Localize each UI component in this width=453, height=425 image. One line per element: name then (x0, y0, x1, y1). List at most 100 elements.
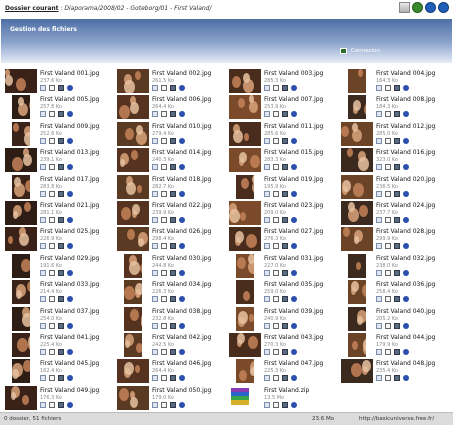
info-icon[interactable] (179, 190, 185, 197)
photo-thumbnail[interactable] (236, 306, 254, 331)
download-icon[interactable] (58, 190, 64, 197)
edit-icon[interactable] (273, 269, 279, 276)
photo-thumbnail[interactable] (117, 201, 149, 225)
file-item[interactable]: First Valand 016.jpg 323.0 Ko (339, 147, 451, 174)
download-icon[interactable] (170, 401, 176, 408)
send-icon[interactable] (376, 243, 382, 250)
site-url[interactable]: http://basicuniverse.free.fr/ (359, 416, 434, 422)
info-icon[interactable] (403, 85, 409, 91)
send-icon[interactable] (152, 269, 158, 276)
edit-icon[interactable] (385, 217, 391, 223)
info-icon[interactable] (403, 137, 409, 144)
file-item[interactable]: First Valand 046.jpg 264.4 Ko (115, 358, 227, 385)
file-name[interactable]: First Valand 014.jpg (152, 149, 211, 156)
download-icon[interactable] (282, 164, 288, 171)
download-icon[interactable] (282, 375, 288, 382)
file-name[interactable]: First Valand 037.jpg (40, 308, 99, 315)
send-icon[interactable] (264, 322, 270, 329)
edit-icon[interactable] (385, 269, 391, 276)
info-icon[interactable] (291, 164, 297, 171)
info-icon[interactable] (67, 375, 73, 382)
download-icon[interactable] (394, 190, 400, 197)
info-icon[interactable] (291, 269, 297, 276)
info-icon[interactable] (67, 190, 73, 197)
login-link[interactable]: Connexion (339, 48, 380, 54)
photo-thumbnail[interactable] (348, 333, 366, 357)
file-item[interactable]: First Valand 023.jpg 209.0 Ko (227, 200, 339, 227)
file-item[interactable]: First Valand 031.jpg 227.0 Ko (227, 253, 339, 280)
send-icon[interactable] (264, 164, 270, 171)
breadcrumb-root-link[interactable]: Dossier courant (5, 5, 59, 12)
file-name[interactable]: First Valand 006.jpg (152, 96, 211, 103)
photo-thumbnail[interactable] (12, 95, 30, 120)
photo-thumbnail[interactable] (12, 280, 30, 305)
edit-icon[interactable] (161, 401, 167, 408)
photo-thumbnail[interactable] (5, 227, 37, 252)
photo-thumbnail[interactable] (229, 333, 261, 357)
edit-icon[interactable] (385, 296, 391, 303)
download-icon[interactable] (394, 243, 400, 250)
send-icon[interactable] (152, 164, 158, 171)
info-icon[interactable] (179, 164, 185, 171)
file-item[interactable]: First Valand 014.jpg 240.3 Ko (115, 147, 227, 174)
photo-thumbnail[interactable] (348, 306, 366, 331)
photo-thumbnail[interactable] (348, 280, 366, 305)
info-icon[interactable] (179, 111, 185, 118)
photo-thumbnail[interactable] (117, 121, 149, 146)
photo-thumbnail[interactable] (117, 95, 149, 120)
send-icon[interactable] (376, 296, 382, 303)
photo-thumbnail[interactable] (12, 359, 30, 384)
photo-thumbnail[interactable] (117, 385, 149, 410)
download-icon[interactable] (58, 322, 64, 329)
file-name[interactable]: First Valand 025.jpg (40, 228, 99, 235)
photo-thumbnail[interactable] (117, 359, 149, 384)
forward-icon[interactable] (438, 2, 449, 13)
edit-icon[interactable] (49, 401, 55, 408)
file-name[interactable]: First Valand 018.jpg (152, 176, 211, 183)
download-icon[interactable] (58, 85, 64, 91)
info-icon[interactable] (403, 164, 409, 171)
file-item[interactable]: First Valand 040.jpg 205.2 Ko (339, 306, 451, 333)
photo-thumbnail[interactable] (124, 333, 142, 357)
send-icon[interactable] (376, 269, 382, 276)
photo-thumbnail[interactable] (229, 95, 261, 120)
file-name[interactable]: First Valand 023.jpg (264, 202, 323, 209)
info-icon[interactable] (179, 243, 185, 250)
send-icon[interactable] (264, 137, 270, 144)
download-icon[interactable] (170, 137, 176, 144)
file-item[interactable]: First Valand 020.jpg 236.5 Ko (339, 174, 451, 201)
photo-thumbnail[interactable] (117, 174, 149, 199)
file-item[interactable]: First Valand 001.jpg 237.6 Ko (3, 68, 115, 95)
send-icon[interactable] (264, 401, 270, 408)
send-icon[interactable] (40, 190, 46, 197)
info-icon[interactable] (179, 85, 185, 91)
edit-icon[interactable] (161, 164, 167, 171)
file-name[interactable]: First Valand 002.jpg (152, 70, 211, 77)
download-icon[interactable] (58, 269, 64, 276)
photo-thumbnail[interactable] (12, 306, 30, 331)
send-icon[interactable] (264, 111, 270, 118)
info-icon[interactable] (403, 190, 409, 197)
file-name[interactable]: First Valand 050.jpg (152, 387, 211, 394)
info-icon[interactable] (291, 111, 297, 118)
file-item[interactable]: First Valand 004.jpg 164.3 Ko (339, 68, 451, 95)
edit-icon[interactable] (49, 349, 55, 355)
download-icon[interactable] (282, 296, 288, 303)
file-name[interactable]: First Valand 020.jpg (376, 176, 435, 183)
send-icon[interactable] (264, 269, 270, 276)
file-item[interactable]: First Valand 047.jpg 225.3 Ko (227, 358, 339, 385)
file-item[interactable]: First Valand 041.jpg 225.4 Ko (3, 332, 115, 359)
photo-thumbnail[interactable] (124, 253, 142, 278)
info-icon[interactable] (291, 349, 297, 355)
home-icon[interactable] (399, 2, 410, 13)
file-name[interactable]: First Valand 042.jpg (152, 334, 211, 341)
download-icon[interactable] (282, 85, 288, 91)
download-icon[interactable] (282, 322, 288, 329)
send-icon[interactable] (40, 349, 46, 355)
info-icon[interactable] (291, 85, 297, 91)
photo-thumbnail[interactable] (236, 280, 254, 305)
photo-thumbnail[interactable] (341, 121, 373, 146)
info-icon[interactable] (179, 322, 185, 329)
edit-icon[interactable] (49, 296, 55, 303)
photo-thumbnail[interactable] (348, 95, 366, 120)
